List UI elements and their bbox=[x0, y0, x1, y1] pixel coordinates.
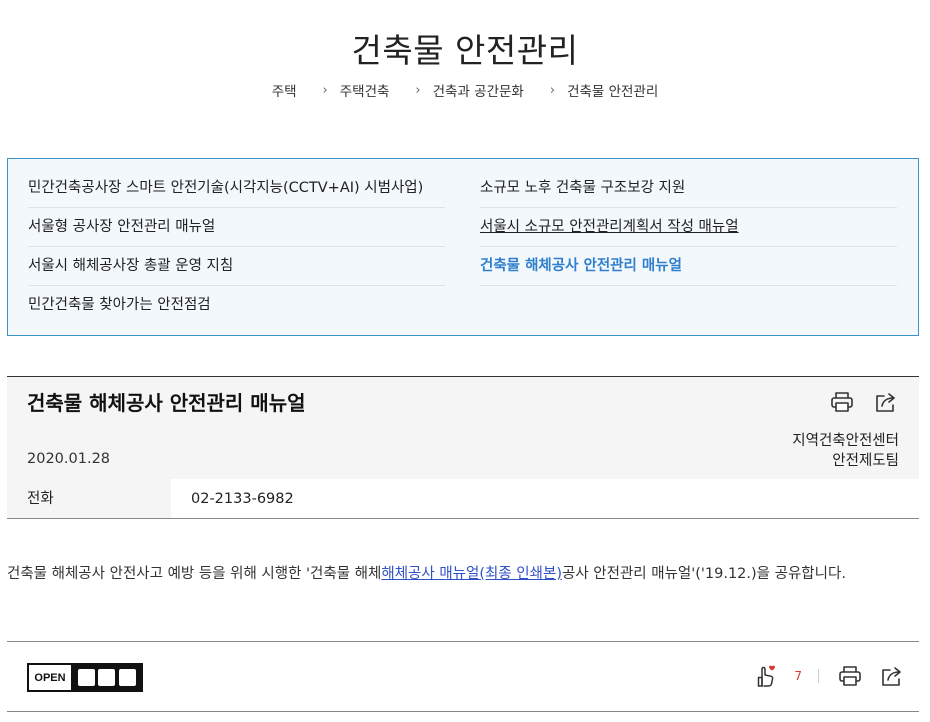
like-count: 7 bbox=[794, 669, 802, 683]
related-link-smart-safety[interactable]: 민간건축공사장 스마트 안전기술(시각지능(CCTV+AI) 시범사업) bbox=[28, 169, 445, 208]
body-text-after: 공사 안전관리 매뉴얼'('19.12.)을 공유합니다. bbox=[561, 566, 846, 582]
contact-label: 전화 bbox=[7, 479, 171, 518]
article-date: 2020.01.28 bbox=[27, 451, 111, 467]
related-link-structural-reinforcement[interactable]: 소규모 노후 건축물 구조보강 지원 bbox=[480, 169, 897, 208]
related-link-demolition-guideline[interactable]: 서울시 해체공사장 총괄 운영 지침 bbox=[28, 247, 445, 286]
like-button[interactable]: 7 bbox=[756, 664, 802, 688]
related-link-small-safety-plan[interactable]: 서울시 소규모 안전관리계획서 작성 매뉴얼 bbox=[480, 208, 897, 247]
chevron-right-icon: › bbox=[549, 82, 556, 98]
team-name: 안전제도팀 bbox=[832, 453, 899, 469]
print-icon[interactable] bbox=[837, 663, 863, 689]
article-title: 건축물 해체공사 안전관리 매뉴얼 bbox=[27, 391, 306, 415]
share-icon[interactable] bbox=[873, 389, 899, 415]
print-icon[interactable] bbox=[829, 389, 855, 415]
footer-actions: 7 bbox=[756, 663, 905, 689]
manual-download-link[interactable]: 해체공사 매뉴얼(최종 인쇄본) bbox=[381, 566, 562, 582]
chevron-right-icon: › bbox=[322, 82, 328, 98]
department-name: 지역건축안전센터 bbox=[792, 433, 899, 449]
open-label: OPEN bbox=[29, 665, 73, 690]
body-text-before: 건축물 해체공사 안전사고 예방 등을 위해 시행한 '건축물 해체 bbox=[7, 566, 382, 582]
article-body: 건축물 해체공사 안전사고 예방 등을 위해 시행한 '건축물 해체해체공사 매… bbox=[7, 561, 887, 587]
article-actions bbox=[829, 389, 899, 415]
related-links-right: 소규모 노후 건축물 구조보강 지원 서울시 소규모 안전관리계획서 작성 매뉴… bbox=[480, 169, 897, 286]
noderivatives-badge-icon bbox=[119, 669, 137, 686]
article-department: 지역건축안전센터 안전제도팀 bbox=[792, 431, 899, 471]
contact-phone: 02-2133-6982 bbox=[171, 479, 919, 518]
breadcrumb-item-housing-construction[interactable]: 주택건축 bbox=[340, 80, 390, 100]
noncommercial-badge-icon bbox=[98, 669, 116, 686]
like-icon bbox=[758, 665, 776, 687]
breadcrumb: 주택 › 주택건축 › 건축과 공간문화 › 건축물 안전관리 bbox=[0, 80, 930, 101]
breadcrumb-item-architecture-space[interactable]: 건축과 공간문화 bbox=[433, 80, 524, 100]
share-icon[interactable] bbox=[879, 663, 905, 689]
related-link-visiting-inspection[interactable]: 민간건축물 찾아가는 안전점검 bbox=[28, 286, 445, 325]
attribution-badge-icon bbox=[77, 669, 95, 686]
breadcrumb-item-housing[interactable]: 주택 bbox=[272, 80, 297, 100]
related-links-panel: 민간건축공사장 스마트 안전기술(시각지능(CCTV+AI) 시범사업) 서울형… bbox=[7, 158, 919, 336]
license-badges bbox=[73, 665, 141, 690]
related-links-left: 민간건축공사장 스마트 안전기술(시각지능(CCTV+AI) 시범사업) 서울형… bbox=[28, 169, 445, 325]
article-header: 건축물 해체공사 안전관리 매뉴얼 2020.01.28 지역건축안전센터 안전… bbox=[7, 376, 919, 479]
related-link-seoul-manual[interactable]: 서울형 공사장 안전관리 매뉴얼 bbox=[28, 208, 445, 247]
open-license-logo: OPEN bbox=[27, 663, 143, 692]
contact-row: 전화 02-2133-6982 bbox=[7, 479, 919, 519]
divider bbox=[818, 669, 819, 683]
chevron-right-icon: › bbox=[415, 82, 421, 98]
breadcrumb-item-current[interactable]: 건축물 안전관리 bbox=[567, 80, 658, 100]
page-title: 건축물 안전관리 bbox=[351, 31, 579, 70]
related-link-demolition-manual-active[interactable]: 건축물 해체공사 안전관리 매뉴얼 bbox=[480, 247, 897, 286]
article-footer: OPEN 7 bbox=[7, 641, 919, 712]
